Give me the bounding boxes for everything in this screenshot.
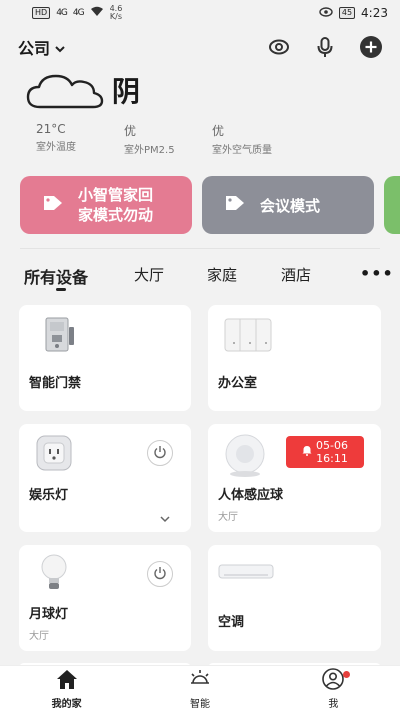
scene-card-partial[interactable] [384, 176, 400, 234]
net-speed-unit: K/s [109, 12, 123, 21]
home-selector[interactable]: 公司 [18, 35, 66, 59]
alert-text: 05-06 16:11 [316, 439, 348, 465]
microphone-icon[interactable] [314, 36, 336, 58]
tab-family[interactable]: 家庭 [207, 264, 237, 285]
wifi-icon [90, 6, 104, 20]
tab-all-devices[interactable]: 所有设备 [24, 264, 88, 288]
alert-date: 05-06 [316, 439, 348, 452]
device-card-office[interactable]: 办公室 [208, 305, 381, 411]
battery-indicator: 45 [338, 7, 356, 19]
nav-me[interactable]: 我 [267, 666, 400, 711]
power-icon [153, 565, 167, 584]
weather-panel: 阴 21°C 室外温度 优 室外PM2.5 优 室外空气质量 [26, 66, 386, 162]
power-toggle-button[interactable] [147, 561, 173, 587]
nav-label: 智能 [189, 698, 210, 710]
device-room: 大厅 [218, 512, 238, 523]
tab-hotel[interactable]: 酒店 [281, 264, 311, 285]
home-icon [55, 668, 79, 694]
home-name: 公司 [18, 39, 51, 58]
stat-temperature: 21°C 室外温度 [36, 122, 124, 156]
power-toggle-button[interactable] [147, 440, 173, 466]
chevron-down-icon[interactable] [159, 508, 171, 527]
device-card-air-conditioner[interactable]: 空调 [208, 545, 381, 651]
scene-card-meeting-mode[interactable]: 会议模式 [202, 176, 374, 234]
wall-switch-icon [224, 317, 272, 357]
device-name: 办公室 [218, 376, 258, 391]
tag-icon [224, 194, 246, 216]
device-card-access-control[interactable]: 智能门禁 [19, 305, 191, 411]
stat-pm25: 优 室外PM2.5 [124, 122, 212, 156]
signal-1: 4G [56, 8, 68, 18]
light-bulb-icon [39, 553, 69, 597]
divider [20, 248, 380, 249]
status-right: 45 4:23 [319, 6, 388, 20]
power-icon [153, 444, 167, 463]
device-card-motion-sensor[interactable]: 05-06 16:11 人体感应球 大厅 [208, 424, 381, 532]
stat-air-quality: 优 室外空气质量 [212, 122, 300, 156]
room-tabs: 所有设备 大厅 家庭 酒店 ••• [24, 258, 393, 294]
nav-smart[interactable]: 智能 [133, 666, 266, 711]
stat-label: 室外PM2.5 [124, 145, 175, 156]
motion-sensor-icon [220, 432, 270, 482]
header-actions [268, 36, 382, 58]
add-icon[interactable] [360, 36, 382, 58]
nav-label: 我的家 [51, 698, 82, 710]
device-name: 人体感应球 [218, 488, 284, 503]
tab-lobby[interactable]: 大厅 [134, 264, 164, 285]
tag-icon [42, 194, 64, 216]
eye-comfort-icon [319, 6, 333, 20]
weather-stats: 21°C 室外温度 优 室外PM2.5 优 室外空气质量 [36, 122, 300, 156]
scene-label-line1: 小智管家回 [78, 186, 154, 204]
air-conditioner-icon [218, 563, 274, 585]
access-control-icon [43, 317, 77, 357]
scene-label: 会议模式 [260, 196, 321, 215]
clock: 4:23 [361, 6, 388, 20]
status-bar: HD 4G 4G 4.6 K/s 45 4:23 [0, 0, 400, 26]
device-name: 智能门禁 [29, 376, 82, 391]
nav-my-home[interactable]: 我的家 [0, 666, 133, 711]
more-tabs-button[interactable]: ••• [360, 264, 394, 283]
profile-icon [321, 667, 345, 694]
scene-strip: 小智管家回 家模式勿动 会议模式 [20, 176, 400, 234]
stat-label: 室外空气质量 [212, 145, 272, 156]
device-card-entertainment-light[interactable]: 娱乐灯 [19, 424, 191, 532]
scene-label-line2: 家模式勿动 [78, 206, 154, 224]
smart-plug-icon [35, 434, 73, 478]
device-name: 月球灯 [29, 607, 69, 622]
stat-value: 优 [212, 124, 225, 138]
device-card-moon-light[interactable]: 月球灯 大厅 [19, 545, 191, 651]
device-name: 空调 [218, 615, 245, 630]
scene-label: 小智管家回 家模式勿动 [78, 185, 153, 225]
stat-value: 优 [124, 124, 137, 138]
chevron-down-icon [54, 38, 66, 57]
hd-indicator: HD [32, 7, 51, 19]
nav-label: 我 [328, 698, 339, 710]
status-left: HD 4G 4G 4.6 K/s [32, 5, 122, 21]
signal-2: 4G [72, 8, 85, 18]
device-room: 大厅 [29, 631, 49, 642]
alert-time: 16:11 [316, 452, 348, 465]
cloud-icon [26, 72, 104, 114]
notification-dot [342, 671, 350, 678]
scene-card-home-mode[interactable]: 小智管家回 家模式勿动 [20, 176, 192, 234]
net-speed: 4.6 K/s [110, 5, 123, 21]
device-name: 娱乐灯 [29, 488, 69, 503]
tab-indicator [56, 288, 66, 291]
weather-condition: 阴 [112, 75, 141, 108]
bell-icon [302, 445, 312, 459]
bottom-nav: 我的家 智能 我 [0, 665, 400, 711]
app-header: 公司 [0, 30, 400, 64]
camera-eye-icon[interactable] [268, 36, 290, 58]
stat-label: 室外温度 [36, 142, 76, 153]
stat-value: 21°C [36, 122, 66, 136]
alert-badge: 05-06 16:11 [286, 436, 364, 468]
smart-sun-icon [188, 668, 212, 694]
